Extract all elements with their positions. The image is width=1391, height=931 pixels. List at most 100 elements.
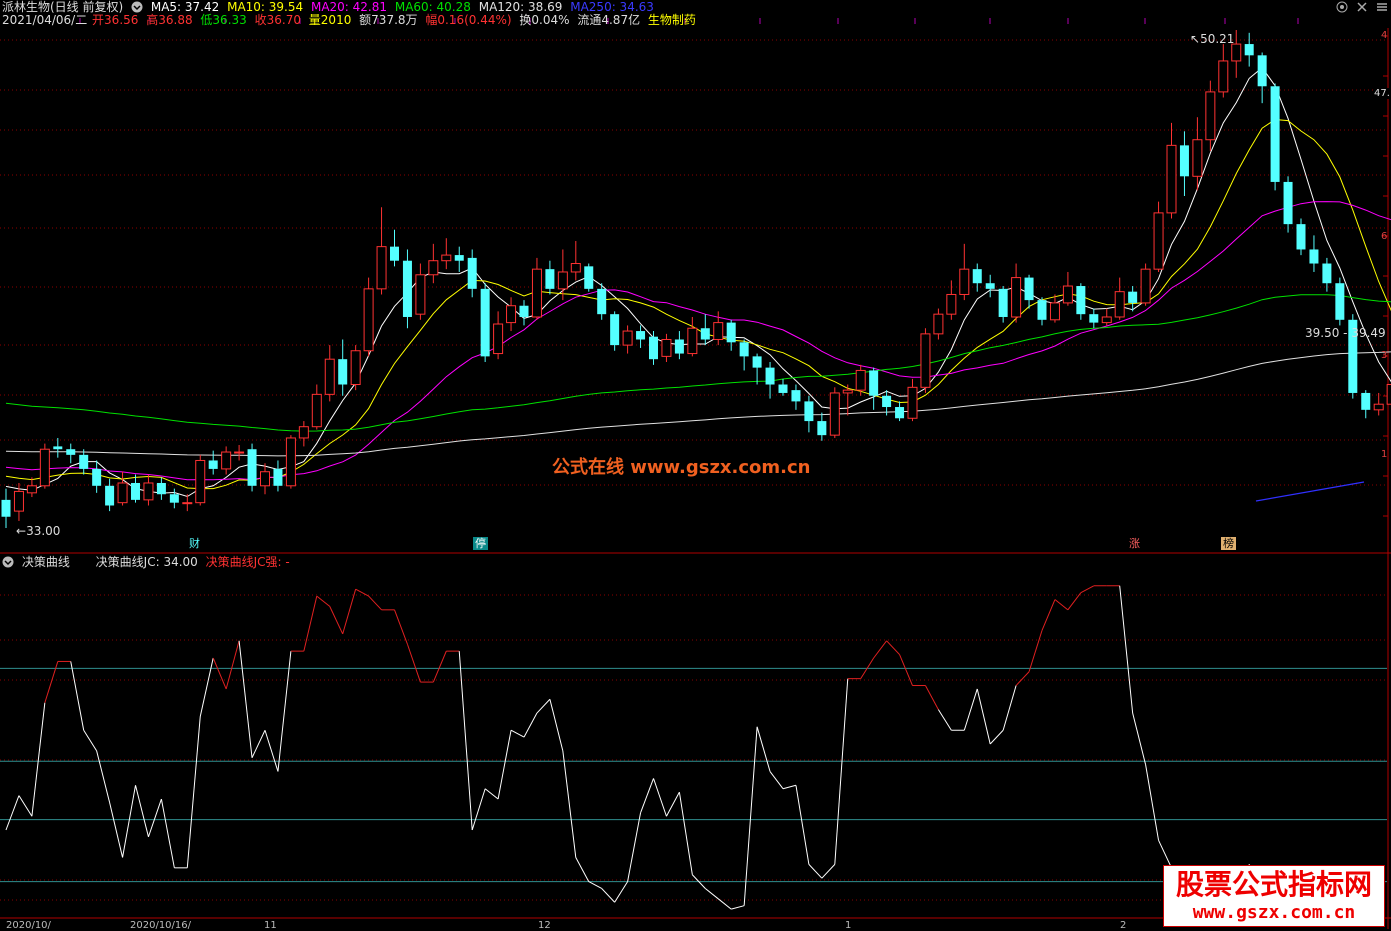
decision-curve-segment [343,589,356,634]
chevron-down-icon[interactable] [2,556,14,568]
decision-curve-segment [550,699,563,751]
decision-curve-segment [990,730,1003,744]
candle-body-up [1102,317,1111,323]
candle-body-down [727,323,736,343]
menu-icon[interactable] [1376,1,1388,13]
low-marker: ←33.00 [16,524,60,538]
candlestick [325,345,334,401]
decision-curve-segment [200,658,213,716]
candlestick [79,449,88,474]
date-axis-label: 12 [538,920,551,931]
candlestick [830,387,839,438]
decision-curve-segment [964,689,977,730]
center-watermark: 公式在线 www.gszx.com.cn [552,453,810,479]
candle-body-up [377,247,386,289]
event-tag-board[interactable]: 榜 [1221,537,1236,550]
decision-curve-segment [524,713,537,737]
candle-body-down [390,247,399,261]
candlestick [222,446,231,474]
candle-body-up [1012,278,1021,317]
corner-watermark: 股票公式指标网 www.gszx.com.cn [1163,865,1385,927]
candle-body-down [999,289,1008,317]
stock-name[interactable]: 派林生物(日线 前复权) [2,0,123,14]
decision-curve-segment [1055,600,1068,610]
close-icon[interactable] [1356,1,1368,13]
candle-body-down [869,370,878,395]
candle-body-down [1245,44,1254,55]
decision-curve-segment [161,799,174,868]
date-axis-label: 1 [845,920,851,931]
decision-curve-segment [317,596,330,606]
settings-icon[interactable] [1336,1,1348,13]
date-label: 2021/04/06/二 [2,13,87,27]
candle-body-up [1206,92,1215,140]
candlestick [429,244,438,283]
decision-curve-segment [1159,840,1172,868]
candle-body-down [468,258,477,289]
decision-curve-segment [731,906,744,909]
candlestick [1297,219,1306,256]
candle-body-down [66,449,75,455]
candlestick [908,379,917,421]
chevron-down-icon[interactable] [131,1,143,13]
decision-curve-segment [356,589,369,596]
candle-body-up [1115,292,1124,317]
decision-curve-segment [252,730,265,758]
decision-curve-segment [19,796,32,817]
candle-body-down [1322,264,1331,284]
candle-body-up [14,491,23,511]
candlestick [170,489,179,509]
high-marker: ↖50.21 [1190,32,1234,46]
candlestick [1335,278,1344,326]
candlestick [740,339,749,370]
candle-body-down [481,289,490,357]
price-axis-label: 6 [1381,231,1387,242]
candle-body-up [623,331,632,345]
candle-body-down [338,359,347,384]
event-tag-finance[interactable]: 财 [187,537,202,550]
candlestick [92,460,101,492]
candlestick [999,286,1008,323]
ma20-label: MA20: 42.81 [311,0,387,14]
candlestick [455,247,464,272]
decision-curve-segment [1003,686,1016,731]
decision-curve-segment [1029,630,1042,671]
candlestick [1102,309,1111,326]
decision-curve-segment [705,888,718,898]
decision-curve-segment [783,785,796,788]
candlestick [1154,202,1163,272]
decision-curve-segment [213,658,226,689]
decision-curve-segment [744,727,757,906]
candlestick [817,413,826,441]
candlestick [1050,294,1059,322]
candlestick [144,475,153,506]
event-tag-limit-up[interactable]: 涨 [1127,537,1142,550]
decision-curve-segment [239,641,252,758]
decision-curve-segment [136,785,149,837]
candlestick [571,241,580,280]
indicator-name[interactable]: 决策曲线 [22,555,70,569]
decision-curve-segment [6,796,19,830]
decision-curve-segment [123,785,136,857]
candlestick [986,275,995,298]
event-tag-suspend[interactable]: 停 [473,537,488,550]
candle-body-down [986,283,995,289]
candle-body-down [779,385,788,393]
candlestick [791,385,800,410]
decision-curve-segment [628,813,641,882]
corner-watermark-url: www.gszx.com.cn [1164,902,1384,924]
candle-body-down [520,306,529,317]
candlestick [636,325,645,348]
candlestick [1361,390,1370,418]
decision-curve-segment [71,661,84,730]
decision-curve-segment [472,789,485,830]
price-axis-label: 47. [1374,88,1390,99]
low-label: 低36.33 [200,13,246,27]
candle-body-up [235,452,244,453]
decision-curve-segment [641,778,654,812]
close-label: 收36.70 [255,13,301,27]
candlestick [869,368,878,410]
candlestick [520,300,529,325]
decision-curve-segment [459,651,472,830]
candlestick [312,385,321,430]
